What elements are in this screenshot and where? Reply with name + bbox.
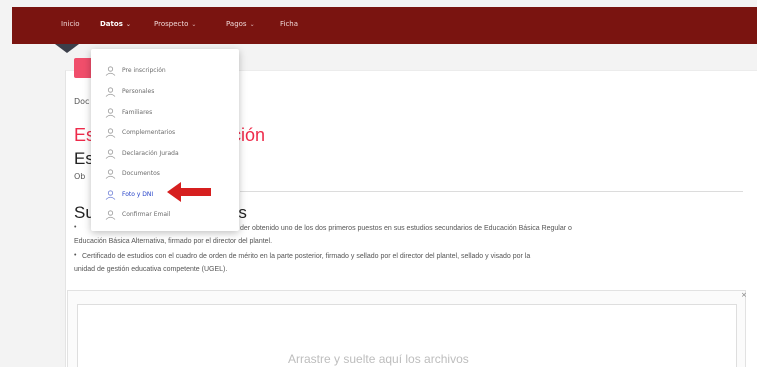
nav-datos[interactable]: Datos ⌄ (100, 20, 131, 28)
close-icon[interactable]: × (741, 291, 747, 299)
dropdown-item-label: Declaración Jurada (122, 150, 179, 157)
dropdown-item-declaracion-jurada[interactable]: Declaración Jurada (91, 145, 239, 163)
nav-inicio[interactable]: Inicio (61, 20, 80, 28)
dropdown-item-confirmar-email[interactable]: Confirmar Email (91, 206, 239, 224)
dropdown-item-label: Documentos (122, 170, 160, 177)
dropdown-item-personales[interactable]: Personales (91, 83, 239, 101)
user-icon (105, 149, 116, 159)
dropdown-item-label: Confirmar Email (122, 211, 171, 218)
dropzone-text: Arrastre y suelte aquí los archivos (288, 352, 469, 366)
dropdown-item-label: Personales (122, 88, 155, 95)
user-icon (105, 190, 116, 200)
dropdown-item-label: Pre inscripción (122, 67, 166, 74)
nav-pagos[interactable]: Pagos ⌄ (226, 20, 255, 28)
dropdown-item-label: Foto y DNI (122, 191, 154, 198)
user-icon (105, 128, 116, 138)
user-icon (105, 66, 116, 76)
user-icon (105, 210, 116, 220)
breadcrumb: Doc (74, 97, 90, 106)
dropdown-item-complementarios[interactable]: Complementarios (91, 124, 239, 142)
dropdown-item-label: Familiares (122, 109, 153, 116)
nav-pagos-label: Pagos (226, 20, 247, 28)
nav-prospecto[interactable]: Prospecto ⌄ (154, 20, 196, 28)
requirement-line-3: Certificado de estudios con el cuadro de… (82, 253, 531, 260)
bullet-1: • (74, 224, 77, 231)
nav-datos-label: Datos (100, 20, 123, 28)
section-divider (240, 191, 743, 192)
nav-prospecto-label: Prospecto (154, 20, 189, 28)
nav-ficha[interactable]: Ficha (280, 20, 298, 28)
user-icon (105, 87, 116, 97)
user-icon (105, 169, 116, 179)
chevron-down-icon: ⌄ (249, 21, 255, 28)
bullet-2: • (74, 252, 77, 259)
page-subtitle: Ob (74, 172, 86, 181)
requirement-line-1: der obtenido uno de los dos primeros pue… (240, 225, 572, 232)
annotation-arrow-icon (167, 182, 211, 202)
menu-notch (55, 44, 79, 53)
chevron-down-icon: ⌄ (191, 21, 197, 28)
nav-ficha-label: Ficha (280, 20, 299, 28)
top-nav-bar: Inicio Datos ⌄ Prospecto ⌄ Pagos ⌄ Ficha (12, 7, 757, 44)
dropdown-item-pre-inscripcion[interactable]: Pre inscripción (91, 62, 239, 80)
dropdown-item-label: Complementarios (122, 129, 176, 136)
nav-inicio-label: Inicio (61, 20, 80, 28)
user-icon (105, 108, 116, 118)
requirement-line-2: Educación Básica Alternativa, firmado po… (74, 238, 273, 245)
requirement-line-4: unidad de gestión educativa competente (… (74, 266, 228, 273)
dropdown-item-familiares[interactable]: Familiares (91, 104, 239, 122)
chevron-down-icon: ⌄ (125, 21, 131, 28)
